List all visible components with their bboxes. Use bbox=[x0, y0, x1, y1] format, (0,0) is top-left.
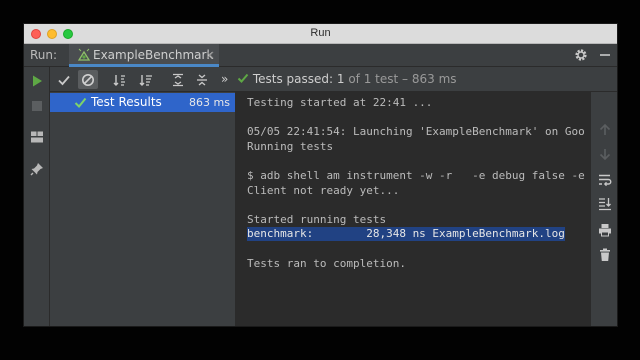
status-summary: of 1 test – 863 ms bbox=[348, 72, 457, 86]
passed-check-icon bbox=[74, 97, 87, 108]
right-action-bar bbox=[590, 92, 617, 326]
sort-alpha-icon bbox=[113, 75, 125, 86]
test-results-duration: 863 ms bbox=[189, 96, 230, 109]
console-line: Running tests bbox=[247, 139, 334, 153]
print-icon[interactable] bbox=[597, 222, 613, 238]
show-passed-button[interactable] bbox=[54, 70, 74, 89]
scroll-to-end-icon[interactable] bbox=[597, 196, 613, 212]
pin-icon[interactable] bbox=[29, 161, 45, 177]
console-line: 05/05 22:41:54: Launching 'ExampleBenchm… bbox=[247, 125, 585, 139]
android-test-icon bbox=[77, 48, 91, 61]
run-label: Run: bbox=[30, 48, 58, 62]
close-tab-button[interactable]: × bbox=[205, 48, 215, 62]
collapse-all-icon bbox=[197, 74, 207, 86]
arrow-up-icon[interactable] bbox=[597, 122, 613, 138]
show-ignored-button[interactable] bbox=[78, 70, 98, 89]
status-passed-count: 1 bbox=[336, 72, 345, 86]
left-action-bar bbox=[24, 67, 50, 326]
minimize-icon[interactable] bbox=[598, 48, 612, 62]
test-status: Tests passed: 1 of 1 test – 863 ms bbox=[237, 72, 457, 86]
arrow-down-icon[interactable] bbox=[597, 146, 613, 162]
title-bar: Run bbox=[24, 24, 617, 44]
console-line: Started running tests bbox=[247, 212, 387, 226]
console-line: $ adb shell am instrument -w -r -e debug… bbox=[247, 169, 585, 182]
sort-duration-icon bbox=[139, 75, 152, 86]
test-results-label: Test Results bbox=[91, 95, 162, 109]
sort-by-duration-button[interactable] bbox=[136, 70, 156, 89]
window-title: Run bbox=[310, 27, 331, 39]
console-output[interactable]: Testing started at 22:41 ... 05/05 22:41:… bbox=[236, 92, 590, 326]
passed-check-icon bbox=[237, 73, 249, 83]
tab-label: ExampleBenchmark bbox=[93, 48, 214, 62]
more-actions-chevron[interactable]: » bbox=[221, 72, 228, 86]
test-results-row[interactable]: Test Results 863 ms bbox=[50, 93, 235, 112]
sort-alphabetically-button[interactable] bbox=[110, 70, 130, 89]
rerun-icon[interactable] bbox=[29, 73, 45, 89]
ignored-icon bbox=[82, 74, 94, 86]
tab-example-benchmark[interactable]: ExampleBenchmark × bbox=[69, 44, 219, 67]
test-toolbar: » Tests passed: 1 of 1 test – 863 ms bbox=[24, 67, 617, 92]
expand-all-button[interactable] bbox=[168, 70, 188, 89]
test-results-tree: Test Results 863 ms bbox=[50, 92, 236, 326]
collapse-all-button[interactable] bbox=[192, 70, 212, 89]
run-tab-bar: Run: ExampleBenchmark × bbox=[24, 44, 617, 67]
layout-icon[interactable] bbox=[29, 129, 45, 145]
status-passed-label: Tests passed: bbox=[252, 72, 334, 86]
soft-wrap-icon[interactable] bbox=[597, 172, 613, 188]
console-line-highlighted: benchmark: 28,348 ns ExampleBenchmark.lo… bbox=[247, 227, 565, 242]
check-icon bbox=[58, 75, 70, 86]
expand-all-icon bbox=[173, 73, 183, 87]
console-line: Testing started at 22:41 ... bbox=[247, 96, 433, 109]
console-line: Tests ran to completion. bbox=[247, 256, 406, 270]
trash-icon[interactable] bbox=[597, 247, 613, 263]
gear-icon[interactable] bbox=[574, 48, 588, 62]
console-line: Client not ready yet... bbox=[247, 183, 400, 197]
run-tool-window: Run Run: ExampleBenchmark × » Tests pass… bbox=[23, 23, 618, 327]
stop-icon[interactable] bbox=[29, 98, 45, 114]
